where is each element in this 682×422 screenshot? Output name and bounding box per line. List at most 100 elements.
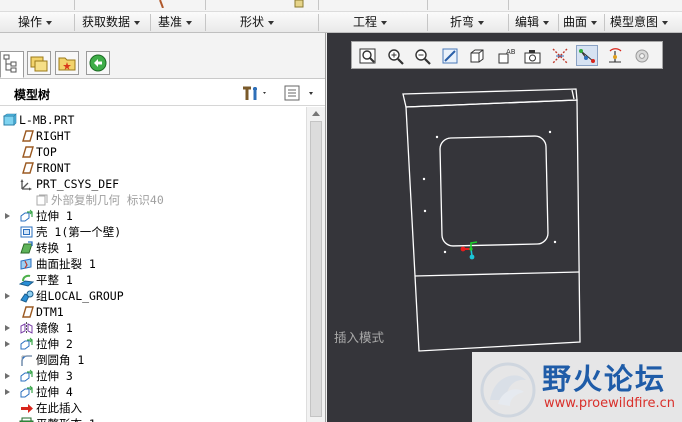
- tree-item-label: 转换 1: [36, 241, 73, 255]
- tree-item-label: PRT_CSYS_DEF: [36, 177, 120, 191]
- convert-icon: [20, 241, 33, 254]
- extrude-icon: [20, 369, 33, 382]
- tree-item[interactable]: DTM1: [0, 304, 306, 320]
- chevron-down-icon: [46, 20, 53, 25]
- expand-arrow-icon[interactable]: [5, 341, 10, 347]
- menu-get-data[interactable]: 获取数据: [82, 12, 141, 33]
- tree-item[interactable]: 壳 1(第一个壁): [0, 224, 306, 240]
- tree-item-label: 拉伸 3: [36, 369, 73, 383]
- scroll-thumb[interactable]: [310, 121, 322, 417]
- folder-icon: [30, 56, 48, 72]
- favorites-tab[interactable]: [55, 51, 79, 75]
- model-tree-title: 模型树: [14, 88, 51, 102]
- extrude-icon: [20, 209, 33, 222]
- shell-icon: [20, 226, 33, 238]
- chevron-down-icon: [478, 20, 485, 25]
- tree-item-label: TOP: [36, 145, 57, 159]
- ribbon-icon[interactable]: [294, 0, 304, 8]
- tree-item[interactable]: 镜像 1: [0, 320, 306, 336]
- scroll-up-icon[interactable]: [312, 111, 320, 116]
- menu-surfaces[interactable]: 曲面: [563, 12, 598, 33]
- expand-arrow-icon[interactable]: [5, 389, 10, 395]
- insert-here-icon: [21, 404, 33, 413]
- forum-logo-icon: [480, 362, 536, 418]
- copy-geom-icon: [36, 194, 48, 206]
- green-arrow-icon: [89, 54, 107, 72]
- menu-datum[interactable]: 基准: [158, 12, 193, 33]
- tree-item[interactable]: 拉伸 2: [0, 336, 306, 352]
- tree-item[interactable]: 平整 1: [0, 272, 306, 288]
- folder-browser-tab[interactable]: [27, 51, 51, 75]
- tree-item[interactable]: 倒圆角 1: [0, 352, 306, 368]
- chevron-down-icon: [662, 20, 669, 25]
- menu-edit[interactable]: 编辑: [515, 12, 550, 33]
- menu-shapes[interactable]: 形状: [240, 12, 275, 33]
- menu-engineering[interactable]: 工程: [353, 12, 388, 33]
- chevron-down-icon: [186, 20, 193, 25]
- round-icon: [21, 355, 32, 366]
- tree-item[interactable]: 转换 1: [0, 240, 306, 256]
- tree-item-label: DTM1: [36, 305, 64, 319]
- star-folder-icon: [58, 57, 76, 71]
- tree-item-label: 拉伸 1: [36, 209, 73, 223]
- part-icon: [3, 113, 17, 126]
- tree-item[interactable]: 拉伸 1: [0, 208, 306, 224]
- expand-arrow-icon[interactable]: [5, 213, 10, 219]
- tree-scrollbar[interactable]: [306, 107, 325, 422]
- navigator-tabs: [0, 33, 325, 79]
- tree-item[interactable]: 平整形态 1: [0, 416, 306, 422]
- watermark-url: www.proewildfire.cn: [544, 396, 675, 411]
- model-outline: [402, 88, 581, 352]
- datum-plane-icon: [22, 306, 34, 318]
- tree-item[interactable]: 拉伸 3: [0, 368, 306, 384]
- datum-plane-icon: [22, 130, 34, 142]
- tree-item[interactable]: 曲面扯裂 1: [0, 256, 306, 272]
- tree-item-label: RIGHT: [36, 129, 71, 143]
- mirror-icon: [20, 322, 33, 334]
- flat-state-icon: [19, 417, 34, 422]
- tree-item-label: 组LOCAL_GROUP: [36, 289, 124, 303]
- watermark-title: 野火论坛: [542, 362, 667, 396]
- tree-item[interactable]: 组LOCAL_GROUP: [0, 288, 306, 304]
- settings-tools-icon[interactable]: [240, 84, 270, 102]
- chevron-down-icon: [381, 20, 388, 25]
- tree-item-label: 平整 1: [36, 273, 73, 287]
- csys-icon: [20, 179, 32, 191]
- ribbon-icon[interactable]: [158, 0, 168, 8]
- group-icon: [20, 290, 34, 303]
- tree-item[interactable]: L-MB.PRT: [0, 112, 306, 128]
- expand-arrow-icon[interactable]: [5, 373, 10, 379]
- insert-mode-label: 插入模式: [334, 330, 385, 345]
- navigator-panel: 模型树 L-MB.PRT RIGHT TOP FRONT PRT_CSYS_DEF 外部复…: [0, 33, 326, 422]
- model-tree-tab[interactable]: [0, 51, 24, 78]
- chevron-down-icon: [591, 20, 598, 25]
- datum-plane-icon: [22, 162, 34, 174]
- tree-icon: [3, 54, 17, 73]
- tree-item-label: 壳 1(第一个壁): [36, 225, 122, 239]
- tree-item[interactable]: 外部复制几何 标识40: [0, 192, 306, 208]
- menu-model-intent[interactable]: 模型意图: [610, 12, 669, 33]
- model-tree: L-MB.PRT RIGHT TOP FRONT PRT_CSYS_DEF 外部复制几何 …: [0, 107, 306, 422]
- show-options-icon[interactable]: [283, 84, 317, 102]
- expand-arrow-icon[interactable]: [5, 325, 10, 331]
- tree-item-label: 在此插入: [36, 401, 82, 415]
- hole-markers: [422, 130, 557, 254]
- tree-item[interactable]: RIGHT: [0, 128, 306, 144]
- expand-arrow-icon[interactable]: [5, 293, 10, 299]
- tree-item-label: 倒圆角 1: [36, 353, 85, 367]
- chevron-down-icon: [134, 20, 141, 25]
- tree-item[interactable]: PRT_CSYS_DEF: [0, 176, 306, 192]
- tree-item-label: 外部复制几何 标识40: [51, 193, 164, 207]
- rip-icon: [20, 258, 32, 270]
- tree-item[interactable]: 拉伸 4: [0, 384, 306, 400]
- tree-item[interactable]: TOP: [0, 144, 306, 160]
- tree-item-label: 曲面扯裂 1: [36, 257, 96, 271]
- menu-bend[interactable]: 折弯: [450, 12, 485, 33]
- tree-item[interactable]: 在此插入: [0, 400, 306, 416]
- forum-watermark: 野火论坛 www.proewildfire.cn: [472, 352, 682, 422]
- tree-item[interactable]: FRONT: [0, 160, 306, 176]
- menu-operations[interactable]: 操作: [18, 12, 53, 33]
- extrude-icon: [20, 337, 33, 350]
- history-tab[interactable]: [86, 51, 110, 75]
- ribbon-group-bar: 操作 获取数据 基准 形状 工程 折弯 编辑 曲面 模型意图: [0, 12, 682, 33]
